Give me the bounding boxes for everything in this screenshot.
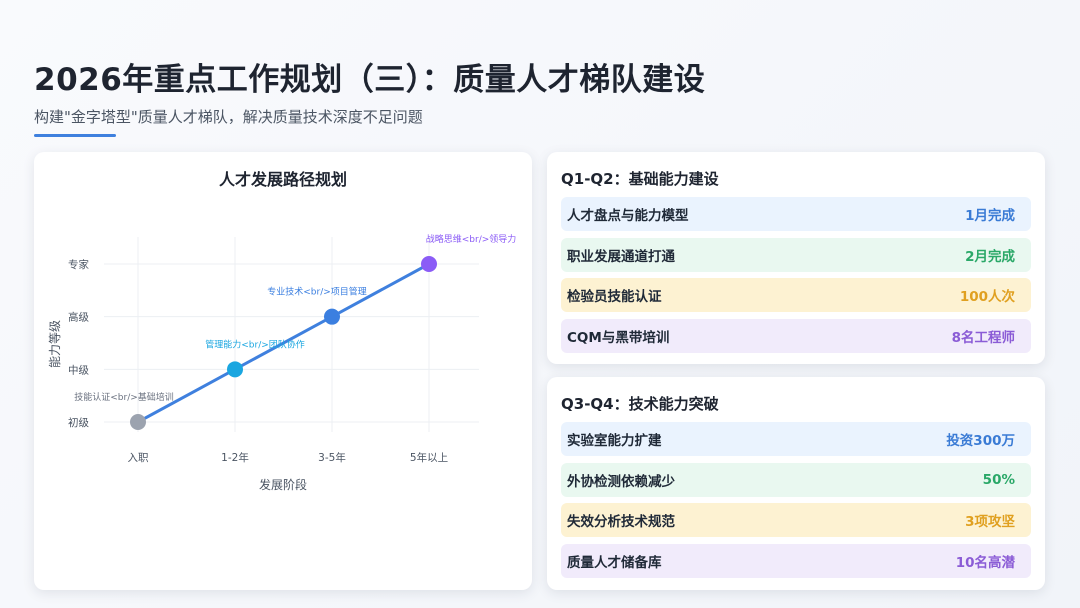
y-tick-label: 初级 xyxy=(68,416,89,429)
data-label: 技能认证<br/>基础培训 xyxy=(74,391,174,403)
task-label: 外协检测依赖减少 xyxy=(567,473,675,490)
y-tick-label: 专家 xyxy=(68,258,89,271)
task-label: 失效分析技术规范 xyxy=(567,514,675,530)
task-value: 100人次 xyxy=(959,289,1015,305)
task-value: 2月完成 xyxy=(965,248,1015,265)
data-point xyxy=(130,414,146,430)
page-title: 2026年重点工作规划（三）：质量人才梯队建设 xyxy=(34,62,706,98)
phase-card-q3-q4: Q3-Q4：技术能力突破 实验室能力扩建 投资300万 外协检测依赖减少 50%… xyxy=(547,377,1045,590)
y-tick-label: 中级 xyxy=(68,363,89,376)
page-subtitle: 构建"金字塔型"质量人才梯队，解决质量技术深度不足问题 xyxy=(34,108,423,126)
task-label: CQM与黑带培训 xyxy=(567,329,670,346)
task-label: 质量人才储备库 xyxy=(567,554,662,571)
x-tick-label: 1-2年 xyxy=(221,451,249,464)
task-label: 检验员技能认证 xyxy=(567,289,662,305)
task-list: 人才盘点与能力模型 1月完成 职业发展通道打通 2月完成 检验员技能认证 100… xyxy=(561,197,1031,359)
task-label: 人才盘点与能力模型 xyxy=(567,208,689,224)
phase-card-q1-q2: Q1-Q2：基础能力建设 人才盘点与能力模型 1月完成 职业发展通道打通 2月完… xyxy=(547,152,1045,364)
task-value: 1月完成 xyxy=(965,208,1015,224)
task-value: 8名工程师 xyxy=(951,329,1015,346)
task-value: 投资300万 xyxy=(946,433,1015,449)
task-list: 实验室能力扩建 投资300万 外协检测依赖减少 50% 失效分析技术规范 3项攻… xyxy=(561,422,1031,584)
task-row: 质量人才储备库 10名高潜 xyxy=(561,543,1031,578)
task-row: 人才盘点与能力模型 1月完成 xyxy=(561,197,1031,231)
task-row: CQM与黑带培训 8名工程师 xyxy=(561,318,1031,353)
task-value: 50% xyxy=(982,471,1015,488)
task-row: 实验室能力扩建 投资300万 xyxy=(561,422,1031,456)
y-axis-title: 能力等级 xyxy=(48,320,62,368)
task-label: 实验室能力扩建 xyxy=(567,433,662,449)
task-value: 10名高潜 xyxy=(955,554,1015,571)
x-axis-title: 发展阶段 xyxy=(259,477,307,492)
phase-title: Q1-Q2：基础能力建设 xyxy=(561,170,719,188)
x-tick-label: 入职 xyxy=(128,452,149,464)
task-label: 职业发展通道打通 xyxy=(567,248,675,265)
x-tick-label: 5年以上 xyxy=(410,451,448,464)
y-tick-label: 高级 xyxy=(68,311,89,324)
data-point xyxy=(421,256,437,272)
chart-card: 人才发展路径规划 初级 中级 高级 专家 入职 1-2年 3-5年 5年以上 发展阶段 能力等级技… xyxy=(34,152,532,590)
task-row: 外协检测依赖减少 50% xyxy=(561,462,1031,497)
data-point xyxy=(227,361,243,378)
data-point xyxy=(324,308,340,325)
data-label: 战略思维<br/>领导力 xyxy=(426,233,517,245)
title-underline xyxy=(34,134,116,137)
x-tick-label: 3-5年 xyxy=(318,451,346,464)
data-label: 专业技术<br/>项目管理 xyxy=(267,286,367,298)
task-value: 3项攻坚 xyxy=(965,514,1015,530)
task-row: 检验员技能认证 100人次 xyxy=(561,278,1031,312)
task-row: 失效分析技术规范 3项攻坚 xyxy=(561,503,1031,537)
data-label: 管理能力<br/>团队协作 xyxy=(205,338,305,350)
talent-path-chart: 初级 中级 高级 专家入职 1-2年 3-5年 5年以上发展阶段 能力等级技能认证<br/>基… xyxy=(48,233,517,492)
phase-title: Q3-Q4：技术能力突破 xyxy=(561,395,719,413)
task-row: 职业发展通道打通 2月完成 xyxy=(561,237,1031,272)
